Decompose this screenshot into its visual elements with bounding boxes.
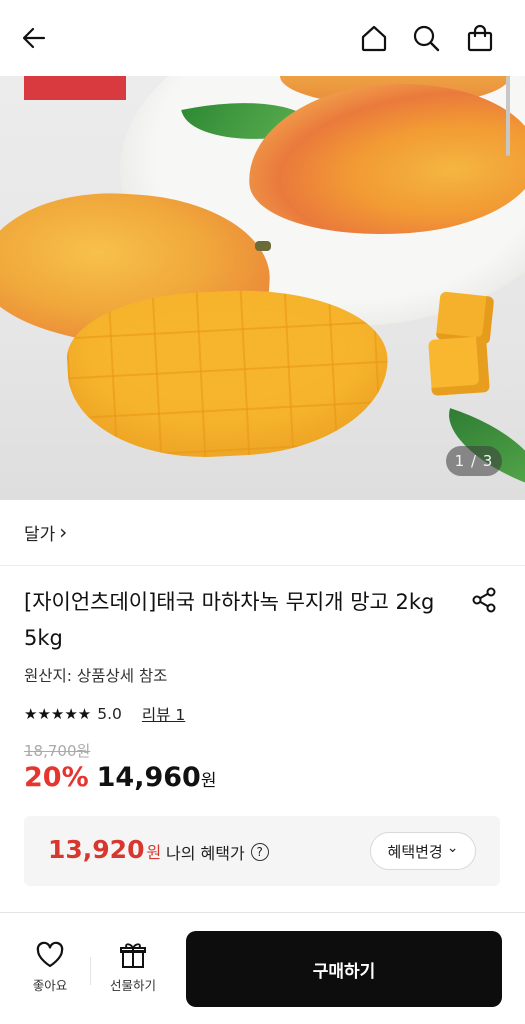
like-label: 좋아요 [32,978,68,993]
product-title: [자이언츠데이]태국 마하차녹 무지개 망고 2kg 5kg [24,590,435,650]
benefit-label: 나의 혜택가 ? [166,840,269,864]
review-link[interactable]: 리뷰 1 [142,703,185,725]
divider [90,957,91,985]
benefit-box: 13,920 원 나의 혜택가 ? 혜택변경 ⌄ [24,816,500,886]
rating-value: 5.0 [97,705,122,723]
benefit-price-value: 13,920 [48,835,145,864]
change-benefit-button[interactable]: 혜택변경 ⌄ [370,832,476,870]
gift-icon [120,943,146,968]
buy-button[interactable]: 구매하기 [186,931,502,1007]
back-arrow-icon[interactable] [14,18,54,58]
origin-info: 원산지: 상품상세 참조 [24,667,168,685]
search-icon[interactable] [406,18,446,58]
gift-label: 선물하기 [109,978,156,993]
price-row: 20% 14,960원 [24,762,216,793]
benefit-price: 13,920 원 [48,835,161,864]
mango-cube-graphic [428,336,490,396]
benefit-label-text: 나의 혜택가 [166,844,245,863]
bottom-action-bar: 좋아요 선물하기 구매하기 [0,912,525,1024]
original-price: 18,700원 [24,742,91,760]
change-benefit-label: 혜택변경 [387,842,443,861]
product-image-carousel[interactable]: 1 / 3 [0,76,525,500]
sale-price: 14,960원 [97,762,217,793]
mango-stem-graphic [255,241,271,251]
top-navigation-bar [0,0,525,76]
share-icon[interactable] [468,584,500,616]
benefit-price-unit: 원 [146,843,162,862]
gift-button[interactable]: 선물하기 [98,941,168,994]
price-unit: 원 [200,771,217,791]
brand-name: 달가 [24,524,56,545]
rating-stars: ★★★★★ [24,705,92,723]
discount-rate: 20% [24,762,89,793]
divider [0,565,525,566]
shopping-bag-icon[interactable] [460,18,500,58]
image-pager: 1 / 3 [446,446,502,476]
cut-mango-graphic [63,282,393,465]
home-icon[interactable] [354,18,394,58]
like-button[interactable]: 좋아요 [18,941,82,994]
chevron-down-icon: ⌄ [446,840,459,856]
brand-tag-graphic [24,76,126,100]
brand-link[interactable]: 달가 › [24,520,68,545]
chevron-right-icon: › [59,520,68,544]
scroll-indicator [506,76,510,156]
help-icon[interactable]: ? [250,843,269,861]
heart-icon [36,941,64,968]
sale-price-value: 14,960 [96,762,201,793]
rating-row: ★★★★★ 5.0 리뷰 1 [24,703,185,725]
